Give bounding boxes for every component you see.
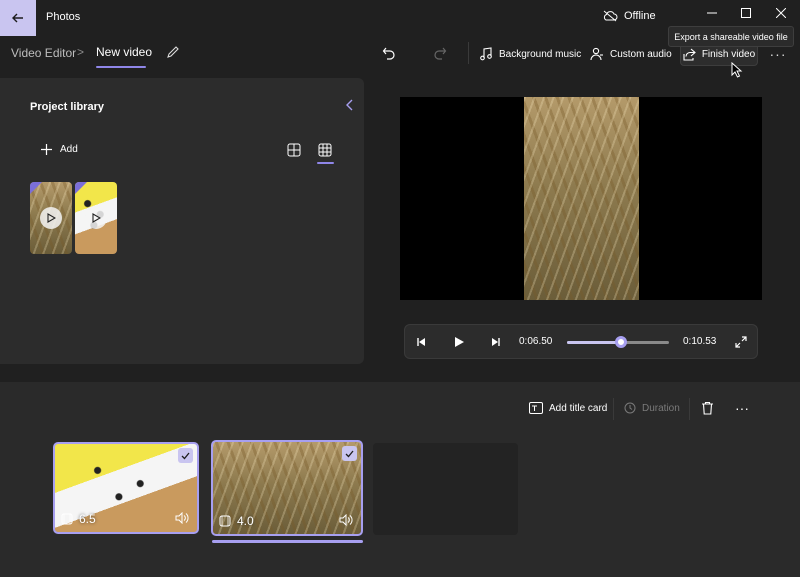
- person-audio-icon: [590, 47, 603, 61]
- volume-icon[interactable]: [339, 514, 353, 526]
- next-frame-button[interactable]: [487, 334, 503, 350]
- play-icon: [85, 207, 107, 229]
- seek-handle[interactable]: [615, 336, 628, 348]
- finish-video-tooltip: Export a shareable video file: [668, 26, 794, 47]
- custom-audio-label: Custom audio: [610, 48, 672, 60]
- clip-frame-icon: [61, 513, 73, 525]
- mouse-cursor-icon: [731, 62, 743, 78]
- redo-button[interactable]: [431, 44, 449, 62]
- library-add-button[interactable]: Add: [41, 144, 78, 155]
- title-card-icon: [529, 402, 543, 414]
- clip-checkbox[interactable]: [342, 446, 357, 461]
- seek-progress: [567, 341, 622, 344]
- preview-frame-image: [524, 97, 639, 300]
- music-note-icon: [480, 47, 492, 61]
- skip-forward-icon: [492, 338, 500, 346]
- storyboard-more-button[interactable]: ···: [735, 399, 749, 417]
- storyboard-divider: [689, 398, 690, 420]
- close-button[interactable]: [767, 4, 795, 22]
- rename-button[interactable]: [166, 45, 182, 61]
- offline-status[interactable]: Offline: [602, 10, 656, 22]
- current-time: 0:06.50: [519, 336, 553, 347]
- back-button[interactable]: [0, 0, 36, 36]
- breadcrumb-underline: [96, 66, 146, 68]
- clip-duration-value: 6.5: [79, 512, 96, 526]
- toolbar-more-button[interactable]: ···: [768, 46, 788, 62]
- checkmark-icon: [181, 452, 190, 459]
- close-icon: [776, 8, 786, 18]
- clock-icon: [624, 402, 636, 414]
- library-item-paper[interactable]: [75, 182, 117, 254]
- pencil-icon: [167, 46, 179, 58]
- add-title-card-button[interactable]: Add title card: [529, 399, 607, 417]
- background-music-label: Background music: [499, 48, 582, 60]
- app-title: Photos: [46, 11, 81, 23]
- fullscreen-button[interactable]: [733, 334, 749, 350]
- total-time: 0:10.53: [683, 336, 717, 347]
- duration-button[interactable]: Duration: [624, 399, 680, 417]
- redo-icon: [434, 47, 447, 60]
- breadcrumb-separator: >: [77, 45, 85, 59]
- checkmark-icon: [345, 450, 354, 457]
- duration-label: Duration: [642, 402, 680, 414]
- delete-clip-button[interactable]: [701, 399, 714, 417]
- clip-frame-icon: [219, 515, 231, 527]
- toolbar-divider: [468, 42, 469, 64]
- plus-icon: [41, 144, 52, 155]
- skip-back-icon: [417, 338, 425, 346]
- collapse-chevron-icon[interactable]: [344, 98, 356, 112]
- minimize-icon: [707, 12, 717, 14]
- clip-checkbox[interactable]: [178, 448, 193, 463]
- background-music-button[interactable]: Background music: [473, 42, 587, 66]
- maximize-icon: [741, 8, 751, 18]
- trash-icon: [702, 401, 713, 415]
- storyboard-divider: [613, 398, 614, 420]
- previous-frame-button[interactable]: [414, 334, 430, 350]
- finish-video-label: Finish video: [701, 48, 756, 60]
- share-export-icon: [683, 48, 696, 61]
- breadcrumb-new-video[interactable]: New video: [96, 45, 152, 59]
- clip-duration-value: 4.0: [237, 514, 254, 528]
- breadcrumb-video-editor[interactable]: Video Editor: [11, 46, 76, 60]
- added-corner-marker: [75, 182, 87, 194]
- empty-storyboard-slot[interactable]: [373, 443, 518, 535]
- arrow-left-icon: [12, 13, 23, 23]
- volume-icon[interactable]: [175, 512, 189, 524]
- project-library-title: Project library: [30, 101, 104, 113]
- grid-large-icon: [287, 143, 301, 157]
- clip-duration: 6.5: [61, 512, 96, 526]
- library-item-grass[interactable]: [30, 182, 72, 254]
- storyboard-clip-2[interactable]: 4.0: [211, 440, 363, 536]
- library-add-label: Add: [60, 144, 78, 155]
- clip-selected-indicator: [212, 540, 363, 543]
- small-grid-view-button[interactable]: [318, 143, 334, 159]
- play-icon: [455, 337, 464, 347]
- play-icon: [40, 207, 62, 229]
- storyboard-clip-1[interactable]: 6.5: [53, 442, 199, 534]
- view-selected-indicator: [317, 162, 334, 164]
- play-button[interactable]: [451, 334, 467, 350]
- expand-icon: [735, 336, 747, 348]
- grid-small-icon: [318, 143, 332, 157]
- offline-label: Offline: [624, 10, 656, 22]
- undo-button[interactable]: [380, 44, 398, 62]
- minimize-button[interactable]: [698, 4, 726, 22]
- large-grid-view-button[interactable]: [287, 143, 303, 159]
- cloud-offline-icon: [603, 10, 618, 22]
- undo-icon: [382, 47, 395, 60]
- added-corner-marker: [30, 182, 42, 194]
- custom-audio-button[interactable]: Custom audio: [584, 42, 678, 66]
- add-title-card-label: Add title card: [549, 402, 608, 414]
- maximize-button[interactable]: [732, 4, 760, 22]
- clip-duration: 4.0: [219, 514, 254, 528]
